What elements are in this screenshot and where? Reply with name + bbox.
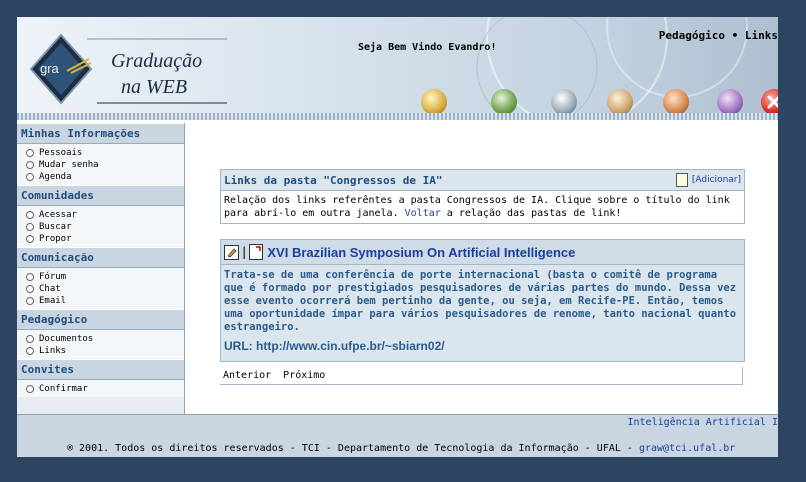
sidebar-item-email[interactable]: Email [26,295,184,307]
sidebar-item-label: Confirmar [39,384,88,394]
bullet-icon [26,161,34,169]
sidebar-section-convites: Convites Confirmar [17,359,184,397]
logo-title-line2: na WEB [121,76,187,98]
bullet-icon [26,223,34,231]
breadcrumb-pedagogico[interactable]: Pedagógico [659,29,725,42]
sidebar-section-title: Convites [17,359,184,380]
edit-icon[interactable] [607,89,633,115]
next-link[interactable]: Próximo [283,370,325,381]
bullet-icon [26,335,34,343]
tools-icon[interactable] [491,89,517,115]
sidebar-item-confirmar[interactable]: Confirmar [26,383,184,395]
user-icon[interactable] [663,89,689,115]
sidebar-item-label: Agenda [39,172,72,182]
pagination: Anterior Próximo [220,367,743,385]
back-link[interactable]: Voltar [405,208,441,219]
sidebar-item-label: Documentos [39,334,94,344]
sidebar-section-title: Comunidades [17,185,184,206]
book-icon[interactable] [717,89,743,115]
new-document-icon [675,173,688,187]
sidebar-item-label: Buscar [39,222,72,232]
notes-icon[interactable] [551,89,577,115]
sidebar-section-comunidades: Comunidades Acessar Buscar Propor [17,185,184,247]
bullet-icon [26,347,34,355]
folder-panel-title: Links da pasta "Congressos de IA" [224,173,443,187]
close-icon[interactable] [761,89,778,115]
sidebar-section-title: Comunicação [17,247,184,268]
folder-panel: Links da pasta "Congressos de IA" [Adici… [220,169,745,224]
sidebar-item-label: Fórum [39,272,67,282]
sidebar-section-title: Minhas Informações [17,123,184,144]
bullet-icon [26,297,34,305]
logo[interactable]: gra Graduação na WEB [27,27,237,115]
bullet-icon [26,211,34,219]
sidebar-item-forum[interactable]: Fórum [26,271,184,283]
delete-icon[interactable] [249,244,264,260]
bullet-icon [26,149,34,157]
main-content: Links da pasta "Congressos de IA" [Adici… [185,123,778,414]
footer-folder-link[interactable]: Inteligência Artificial I [627,417,778,428]
sidebar-item-documentos[interactable]: Documentos [26,333,184,345]
edit-icon[interactable] [224,244,239,260]
top-breadcrumb: Pedagógico • Links [659,29,778,42]
sidebar-item-agenda[interactable]: Agenda [26,171,184,183]
bullet-icon [26,173,34,181]
add-link-button[interactable]: [Adicionar] [675,173,741,187]
link-item-header: | XVI Brazilian Symposium On Artificial … [221,240,744,265]
logo-mark-text: gra [40,61,60,76]
link-title[interactable]: XVI Brazilian Symposium On Artificial In… [267,245,575,260]
sidebar-item-label: Propor [39,234,72,244]
bullet-icon [26,285,34,293]
copyright: ® 2001. Todos os direitos reservados - T… [67,443,735,454]
sidebar-item-label: Chat [39,284,61,294]
sidebar-section-title: Pedagógico [17,309,184,330]
sidebar-item-propor[interactable]: Propor [26,233,184,245]
bullet-icon [26,235,34,243]
sidebar-section-minhas-informacoes: Minhas Informações Pessoais Mudar senha … [17,123,184,185]
sidebar-item-label: Mudar senha [39,160,99,170]
contact-email-link[interactable]: graw@tci.ufal.br [639,443,735,454]
sidebar-item-chat[interactable]: Chat [26,283,184,295]
link-item: | XVI Brazilian Symposium On Artificial … [220,239,745,362]
sidebar: Minhas Informações Pessoais Mudar senha … [17,123,185,414]
footer: Inteligência Artificial I ® 2001. Todos … [17,414,778,457]
sidebar-item-pessoais[interactable]: Pessoais [26,147,184,159]
sidebar-item-acessar[interactable]: Acessar [26,209,184,221]
sidebar-item-label: Email [39,296,67,306]
sidebar-item-buscar[interactable]: Buscar [26,221,184,233]
header: gra Graduação na WEB Seja Bem Vindo Evan… [17,17,778,120]
logo-title-line1: Graduação [111,50,202,72]
page-frame: gra Graduação na WEB Seja Bem Vindo Evan… [17,17,778,457]
sidebar-item-label: Acessar [39,210,77,220]
home-icon[interactable] [421,89,447,115]
icon-separator: | [242,245,247,259]
sidebar-item-mudar-senha[interactable]: Mudar senha [26,159,184,171]
breadcrumb-links[interactable]: Links [745,29,778,42]
breadcrumb-separator: • [731,29,739,42]
sidebar-item-label: Links [39,346,67,356]
link-description: Trata-se de uma conferência de porte int… [224,269,737,333]
link-url[interactable]: URL: http://www.cin.ufpe.br/~sbiarn02/ [221,337,744,361]
welcome-message: Seja Bem Vindo Evandro! [358,42,497,53]
sidebar-section-pedagogico: Pedagógico Documentos Links [17,309,184,359]
folder-description-text-end: a relação das pastas de link! [446,208,622,219]
folder-panel-description: Relação dos links referêntes a pasta Con… [221,191,744,223]
add-link-label: [Adicionar] [691,175,741,185]
bullet-icon [26,385,34,393]
sidebar-item-label: Pessoais [39,148,83,158]
header-divider [17,113,778,120]
folder-panel-header: Links da pasta "Congressos de IA" [Adici… [221,170,744,191]
bullet-icon [26,273,34,281]
copyright-text: ® 2001. Todos os direitos reservados - T… [67,443,633,454]
sidebar-section-comunicacao: Comunicação Fórum Chat Email [17,247,184,309]
sidebar-item-links[interactable]: Links [26,345,184,357]
previous-link[interactable]: Anterior [223,370,271,381]
